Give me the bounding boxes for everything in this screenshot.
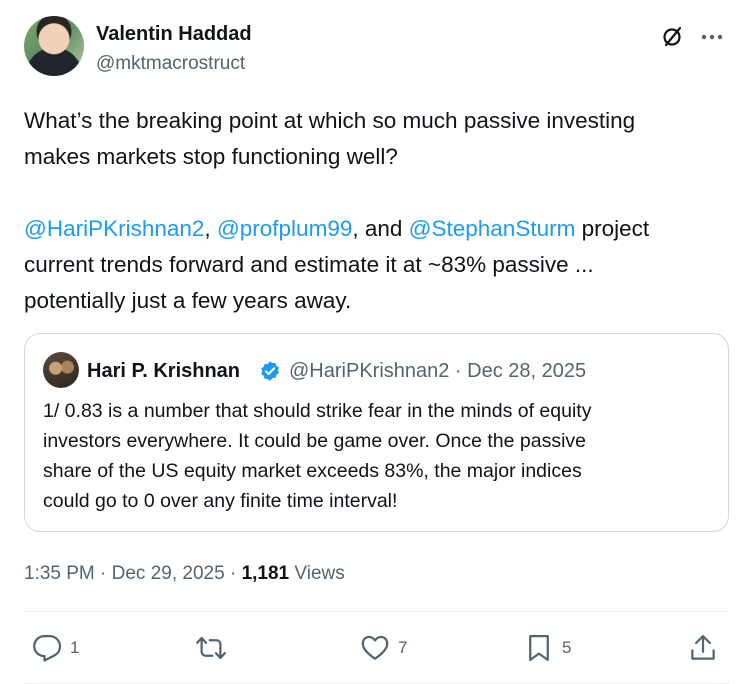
verified-badge-icon (261, 361, 279, 381)
share-icon (691, 635, 715, 660)
quoted-line: 1/ 0.83 is a number that should strike f… (43, 400, 592, 422)
tweet-text: What’s the breaking point at which so mu… (24, 103, 729, 319)
quoted-line: could go to 0 over any finite time inter… (43, 490, 398, 512)
bookmark-count: 5 (562, 638, 572, 657)
mention-link[interactable]: @HariPKrishnan2 (24, 216, 204, 241)
tweet-line: What’s the breaking point at which so mu… (24, 108, 636, 133)
like-button[interactable]: 7 (360, 632, 407, 664)
mention-separator: , and (352, 216, 409, 241)
views-label: Views (289, 563, 345, 584)
bookmark-icon (529, 635, 549, 661)
quoted-meta: @HariPKrishnan2 · Dec 28, 2025 (289, 360, 587, 382)
tweet-timestamp: 1:35 PM · Dec 29, 2025 · 1,181 Views (24, 561, 345, 587)
quoted-line: investors everywhere. It could be game o… (43, 430, 587, 452)
tweet-line: current trends forward and estimate it a… (24, 252, 594, 277)
mention-link[interactable]: @StephanSturm (409, 216, 576, 241)
grok-icon[interactable] (661, 25, 685, 49)
more-icon[interactable] (699, 25, 725, 49)
like-count: 7 (398, 638, 408, 657)
repost-button[interactable] (196, 632, 234, 664)
tweet-line: potentially just a few years away. (24, 288, 352, 313)
quoted-text: 1/ 0.83 is a number that should strike f… (43, 396, 713, 516)
bookmark-button[interactable]: 5 (524, 632, 571, 664)
quoted-author-name[interactable]: Hari P. Krishnan (87, 359, 240, 383)
tweet-line: @HariPKrishnan2, @profplum99, and @Steph… (24, 211, 729, 247)
quoted-tweet-card[interactable]: Hari P. Krishnan @HariPKrishnan2 · Dec 2… (24, 333, 729, 532)
repost-icon (196, 636, 226, 660)
author-display-name[interactable]: Valentin Haddad (96, 22, 252, 46)
mention-link[interactable]: @profplum99 (217, 216, 352, 241)
author-handle[interactable]: @mktmacrostruct (96, 52, 245, 76)
share-button[interactable] (688, 632, 718, 664)
quoted-author-avatar[interactable] (43, 352, 79, 388)
views-count: 1,181 (241, 563, 290, 584)
heart-icon (361, 635, 389, 660)
reply-button[interactable]: 1 (32, 632, 79, 664)
time-date[interactable]: 1:35 PM · Dec 29, 2025 · (24, 563, 242, 584)
tweet-header: Valentin Haddad @mktmacrostruct (24, 16, 729, 80)
action-bar: 1 7 5 (24, 612, 729, 683)
reply-count: 1 (70, 638, 80, 657)
mention-separator: , (204, 216, 217, 241)
tweet-text-fragment: project (575, 216, 650, 241)
author-avatar[interactable] (24, 16, 84, 76)
tweet-line: makes markets stop functioning well? (24, 144, 398, 169)
quoted-line: share of the US equity market exceeds 83… (43, 460, 582, 482)
reply-icon (33, 635, 62, 662)
